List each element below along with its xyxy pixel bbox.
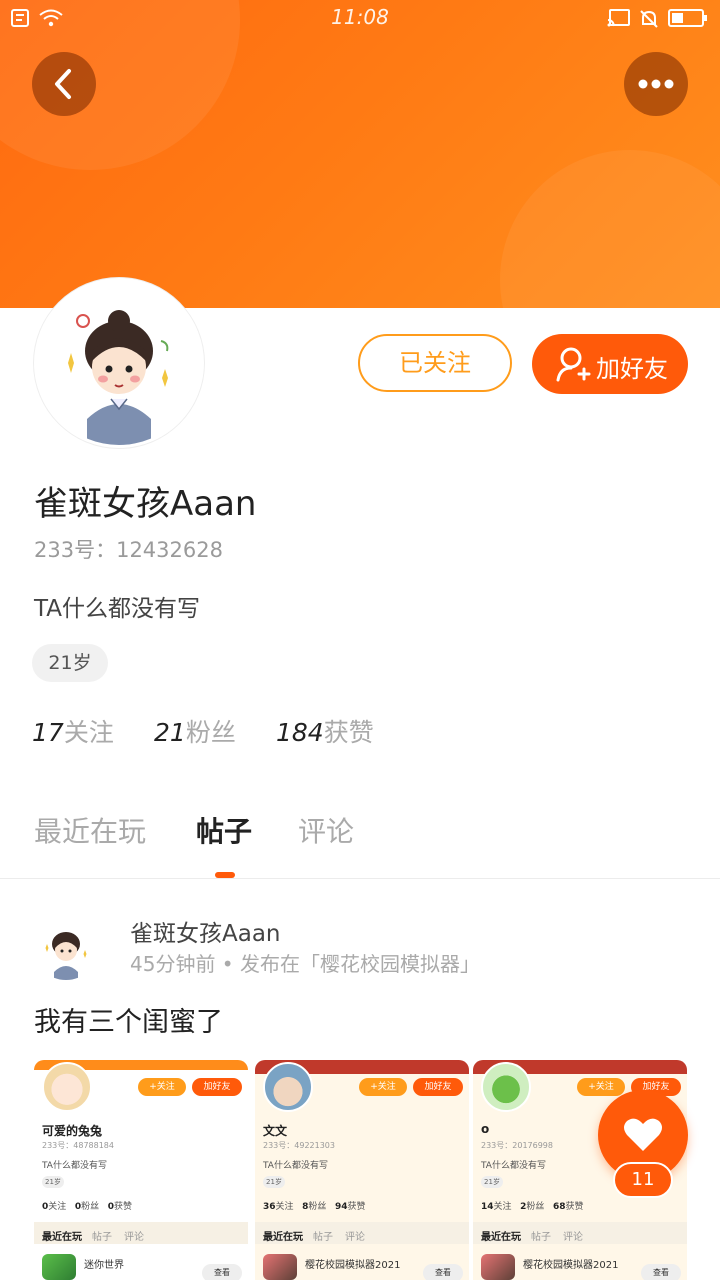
chevron-left-icon [55,69,71,99]
tab-posts[interactable]: 帖子 [196,810,252,850]
thumb-name: o [481,1122,490,1136]
add-friend-label: 加好友 [596,355,668,383]
thumb-follow-button: +关注 [138,1078,186,1096]
thumb-add-friend-button: 加好友 [413,1078,463,1096]
like-count: 11 [613,1162,673,1198]
post-author-name[interactable]: 雀斑女孩Aaan [130,914,281,948]
followed-button[interactable]: 已关注 [358,334,512,392]
add-user-icon [556,347,591,382]
thumb-name: 文文 [263,1124,288,1138]
thumb-id: 233号：20176998 [481,1141,553,1150]
post-meta: 45分钟前 • 发布在「樱花校园模拟器」 [130,952,480,976]
post-image-2[interactable]: +关注 加好友 文文 233号：49221303 TA什么都没有写 21岁 36… [255,1060,469,1280]
stat-fans-label: 粉丝 [185,718,236,747]
add-friend-button[interactable]: 加好友 [532,334,688,394]
profile-tabs: 最近在玩 帖子 评论 [0,806,720,876]
stat-fans[interactable]: 21粉丝 [154,713,236,749]
thumb-stats: 36关注 8粉丝 94获赞 [263,1202,366,1212]
thumb-bio: TA什么都没有写 [42,1161,107,1171]
thumb-age: 21岁 [263,1176,285,1188]
back-button[interactable] [32,52,96,116]
game-icon [481,1254,515,1280]
post-author-avatar[interactable] [34,916,98,980]
thumb-game-row: 迷你世界 查看 [42,1252,242,1280]
profile-bio: TA什么都没有写 [34,596,200,622]
thumb-id: 233号：49221303 [263,1141,335,1150]
stat-likes-label: 获赞 [323,718,374,747]
heart-icon [624,1118,662,1151]
tab-recently-played[interactable]: 最近在玩 [34,810,146,850]
thumb-avatar [42,1062,92,1112]
thumb-avatar [263,1062,313,1112]
game-icon [42,1254,76,1280]
age-badge: 21岁 [32,644,108,682]
thumb-follow-button: +关注 [359,1078,407,1096]
more-options-button[interactable] [624,52,688,116]
thumb-name: 可爱的兔兔 [42,1124,103,1138]
post-text: 我有三个闺蜜了 [34,1007,223,1038]
thumb-bio: TA什么都没有写 [263,1161,328,1171]
post-image-1[interactable]: +关注 加好友 可爱的兔兔 233号：48788184 TA什么都没有写 21岁… [34,1060,248,1280]
thumb-game-row: 樱花校园模拟器2021 查看 [263,1252,463,1280]
thumb-stats: 0关注 0粉丝 0获赞 [42,1202,133,1212]
thumb-age: 21岁 [481,1176,503,1188]
profile-username: 雀斑女孩Aaan [34,484,257,524]
thumb-id: 233号：48788184 [42,1141,114,1150]
stat-likes-count: 184 [276,718,324,747]
stat-fans-count: 21 [154,718,186,747]
stat-follows-count: 17 [32,718,64,747]
stat-likes[interactable]: 184获赞 [276,713,374,749]
thumb-add-friend-button: 加好友 [192,1078,242,1096]
thumb-follow-button: +关注 [577,1078,625,1096]
thumb-tabs: 最近在玩 帖子 评论 [255,1222,469,1244]
stat-follows[interactable]: 17关注 [32,713,114,749]
avatar-illustration [37,281,201,445]
thumb-tabs: 最近在玩 帖子 评论 [473,1222,687,1244]
thumb-avatar [481,1062,531,1112]
thumb-bio: TA什么都没有写 [481,1161,546,1171]
thumb-stats: 14关注 2粉丝 68获赞 [481,1202,584,1212]
game-icon [263,1254,297,1280]
thumb-tabs: 最近在玩 帖子 评论 [34,1222,248,1244]
status-bar: 11:08 [0,0,720,36]
thumb-age: 21岁 [42,1176,64,1188]
stat-follows-label: 关注 [63,718,114,747]
profile-avatar[interactable] [34,278,204,448]
thumb-game-row: 樱花校园模拟器2021 查看 [481,1252,681,1280]
profile-header-background [0,0,720,308]
bell-muted-icon [640,10,658,28]
tab-comments[interactable]: 评论 [298,810,354,850]
more-dots-icon [638,79,674,89]
battery-icon [668,9,707,27]
tabs-divider [0,878,720,879]
cast-icon [607,9,630,27]
profile-uid: 233号：12432628 [34,538,223,562]
avatar-illustration-small [34,916,98,980]
